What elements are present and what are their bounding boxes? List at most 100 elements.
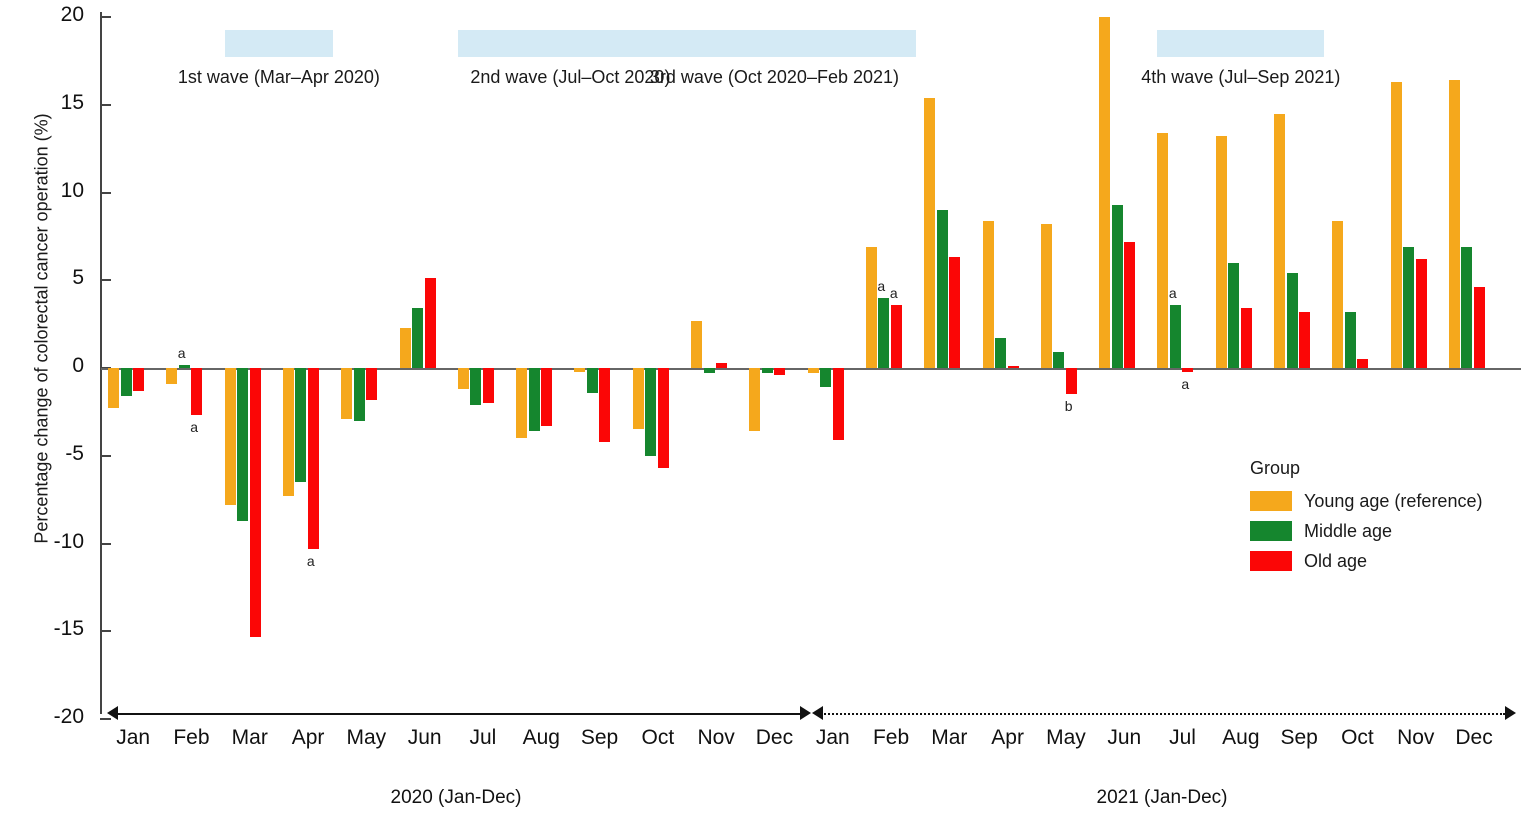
arrow-line-2021 — [821, 713, 1505, 715]
y-tick-label-15: 15 — [60, 90, 84, 114]
bar-middle-0 — [120, 368, 132, 397]
bar-middle-17 — [1111, 204, 1123, 368]
wave-band-4 — [1157, 30, 1325, 57]
bar-old-14 — [949, 257, 961, 368]
y-tick-label-10: 10 — [60, 178, 84, 202]
bar-middle-20 — [1286, 273, 1298, 368]
bar-young-21 — [1332, 220, 1344, 368]
bar-old-21 — [1357, 359, 1369, 368]
bar-old-3 — [307, 368, 319, 549]
bar-old-20 — [1299, 311, 1310, 368]
legend-swatch-young-icon — [1250, 491, 1292, 511]
wave-label-4: 4th wave (Jul–Sep 2021) — [1141, 67, 1341, 87]
bar-young-16 — [1040, 224, 1052, 368]
bar-middle-5 — [412, 308, 423, 368]
bar-old-17 — [1124, 241, 1136, 368]
legend-item-old[interactable]: Old age — [1250, 546, 1482, 576]
bar-middle-6 — [470, 368, 482, 405]
bar-old-10 — [716, 362, 727, 368]
legend-title: Group — [1250, 458, 1301, 478]
bar-young-15 — [982, 220, 994, 368]
arrow-line-2020 — [115, 713, 800, 715]
bar-old-9 — [657, 368, 669, 469]
annotation-a-0: a — [177, 345, 186, 362]
bar-old-22 — [1415, 259, 1427, 368]
annotation-a-2: a — [306, 552, 315, 569]
legend-label-middle: Middle age — [1304, 520, 1393, 541]
plot-area: aaaaabaa — [101, 12, 1521, 714]
annotation-a-1: a — [190, 419, 199, 436]
bar-old-4 — [366, 368, 378, 400]
wave-label-3: 3rd wave (Oct 2020–Feb 2021) — [649, 67, 900, 87]
wave-band-1 — [224, 30, 334, 57]
bar-old-6 — [482, 368, 494, 404]
bar-old-8 — [599, 368, 611, 442]
bar-young-20 — [1274, 113, 1285, 368]
annotation-b-5: b — [1064, 398, 1073, 415]
arrow-head-right-2020 — [800, 706, 811, 720]
bar-old-1 — [191, 368, 203, 416]
bar-young-5 — [399, 327, 411, 368]
bar-old-16 — [1065, 368, 1077, 395]
bar-old-11 — [774, 368, 786, 376]
bar-young-0 — [108, 368, 119, 409]
bar-middle-8 — [586, 368, 598, 393]
bar-middle-16 — [1053, 352, 1065, 368]
annotation-a-6: a — [1168, 284, 1177, 301]
bar-old-18 — [1182, 368, 1194, 372]
legend-swatch-middle-icon — [1250, 521, 1292, 541]
bar-middle-1 — [178, 365, 190, 368]
bar-old-2 — [249, 368, 261, 637]
bar-middle-3 — [295, 368, 307, 483]
y-tick-label-5: 5 — [72, 266, 84, 290]
y-tick-label--15: -15 — [53, 617, 84, 641]
bar-young-11 — [749, 368, 761, 432]
bar-middle-10 — [703, 368, 715, 374]
bar-young-18 — [1157, 132, 1169, 368]
bar-middle-21 — [1344, 311, 1356, 368]
bar-middle-22 — [1403, 246, 1415, 368]
bar-old-12 — [832, 368, 844, 440]
y-tick-label--5: -5 — [65, 441, 84, 465]
bar-young-9 — [632, 368, 644, 430]
bar-middle-11 — [761, 368, 773, 374]
bar-old-5 — [424, 278, 436, 368]
bar-young-4 — [341, 368, 353, 419]
y-tick-label--10: -10 — [53, 529, 84, 553]
wave-band-3 — [632, 30, 917, 57]
legend-item-middle[interactable]: Middle age — [1250, 516, 1482, 546]
bar-young-23 — [1448, 80, 1460, 368]
y-tick-label--20: -20 — [53, 705, 84, 728]
colorectal-cancer-operation-bar-chart: Percentage change of colorectal cancer o… — [0, 0, 1525, 815]
bar-middle-4 — [353, 368, 365, 421]
bar-young-22 — [1390, 81, 1402, 368]
bar-young-14 — [924, 97, 936, 368]
bar-young-12 — [807, 368, 819, 374]
legend-item-young[interactable]: Young age (reference) — [1250, 486, 1482, 516]
bar-middle-15 — [995, 338, 1006, 368]
bar-young-13 — [865, 246, 877, 368]
bar-middle-14 — [936, 210, 948, 368]
y-tick-label-20: 20 — [60, 3, 84, 26]
period-label-2020: 2020 (Jan-Dec) — [390, 787, 522, 808]
arrow-head-right-2021 — [1505, 706, 1516, 720]
bar-young-7 — [516, 368, 528, 439]
bar-middle-13 — [878, 297, 890, 368]
bar-old-19 — [1240, 308, 1252, 368]
bar-middle-18 — [1169, 304, 1181, 368]
bar-young-2 — [224, 368, 236, 505]
bar-middle-23 — [1461, 246, 1473, 368]
bar-young-8 — [574, 368, 586, 372]
legend-label-young: Young age (reference) — [1304, 490, 1483, 511]
bar-old-0 — [133, 368, 144, 391]
bar-middle-2 — [237, 368, 249, 521]
bar-young-10 — [691, 320, 702, 368]
legend-swatch-old-icon — [1250, 551, 1292, 571]
y-axis-title: Percentage change of colorectal cancer o… — [31, 113, 52, 544]
annotation-a-3: a — [877, 277, 886, 294]
bar-young-6 — [457, 368, 469, 390]
bar-middle-19 — [1228, 262, 1240, 368]
bar-young-19 — [1215, 136, 1227, 368]
annotation-a-4: a — [889, 284, 898, 301]
bar-old-15 — [1007, 366, 1019, 369]
